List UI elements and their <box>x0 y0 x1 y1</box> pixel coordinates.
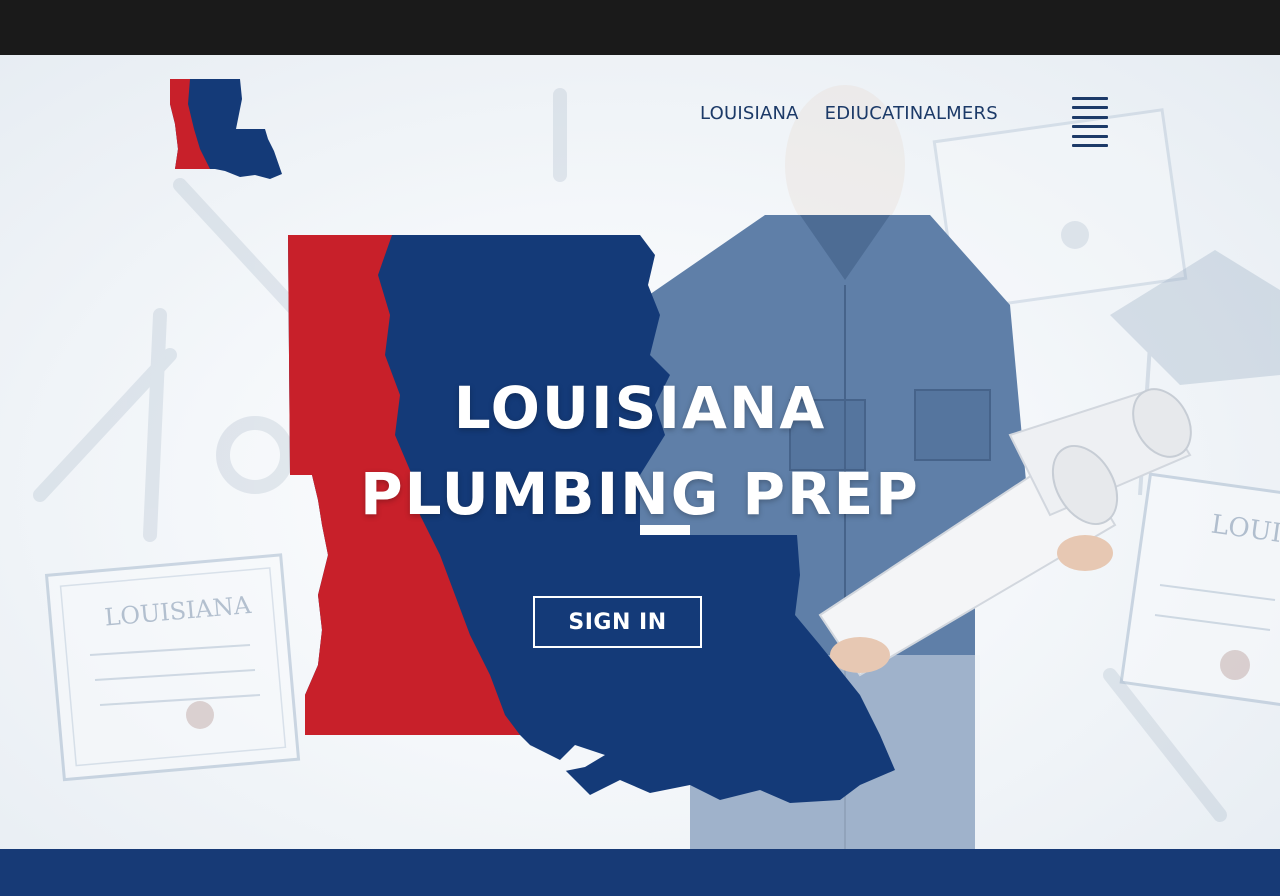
nav-link-louisiana[interactable]: LOUISIANA <box>700 103 799 124</box>
hero-title-line-2: PLUMBING PREP <box>360 460 920 528</box>
nav-link-educational[interactable]: EDIUCATINALMERS <box>825 103 998 124</box>
hero-section: LOUISIANA LOUIS LOUISIANA EDIUCATINALMER… <box>0 55 1280 849</box>
sign-in-button[interactable]: SIGN IN <box>533 596 702 648</box>
menu-line <box>1072 143 1108 147</box>
menu-line <box>1072 106 1108 110</box>
hero-title-line-1: LOUISIANA <box>453 374 827 442</box>
menu-icon[interactable] <box>1072 97 1108 147</box>
top-nav: LOUISIANA EDIUCATINALMERS <box>700 103 998 124</box>
menu-line <box>1072 125 1108 129</box>
menu-line <box>1072 134 1108 138</box>
certificate-icon: LOUISIANA <box>44 553 301 782</box>
louisiana-logo-icon[interactable] <box>170 79 285 183</box>
menu-line <box>1072 115 1108 119</box>
top-bar <box>0 0 1280 55</box>
hero-title: LOUISIANA PLUMBING PREP <box>330 365 950 537</box>
menu-line <box>1072 97 1108 100</box>
certificate-icon: LOUIS <box>1119 472 1280 708</box>
footer-bar <box>0 849 1280 896</box>
